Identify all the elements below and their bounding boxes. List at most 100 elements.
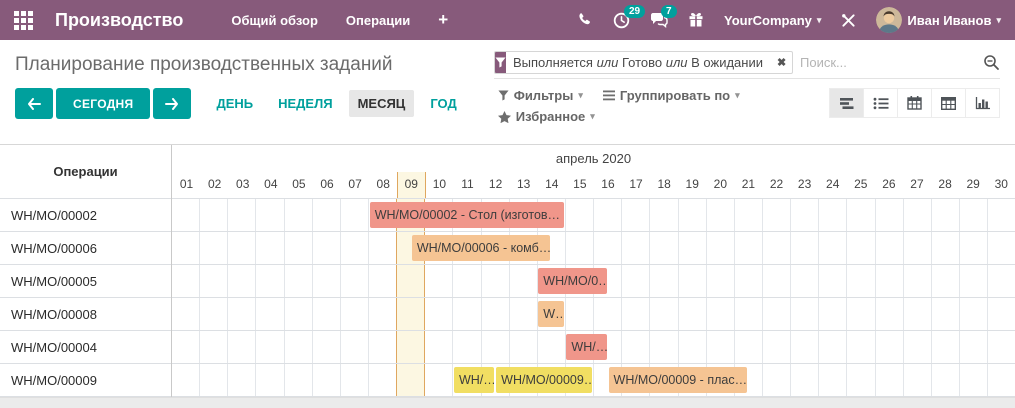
- view-switcher: [829, 88, 1000, 118]
- day-header-14: 14: [545, 177, 559, 191]
- gantt-cell: [227, 364, 255, 396]
- user-menu[interactable]: Иван Иванов ▾: [876, 7, 1001, 33]
- scale-button-день[interactable]: ДЕНЬ: [207, 90, 262, 117]
- gantt-cell: [367, 298, 396, 330]
- favorites-dropdown[interactable]: Избранное ▾: [497, 109, 595, 124]
- app-title: Производство: [55, 9, 184, 30]
- groupby-dropdown[interactable]: Группировать по ▾: [602, 88, 740, 103]
- facet-value: Выполняется или Готово или В ожидании: [513, 55, 763, 70]
- today-button[interactable]: СЕГОДНЯ: [56, 88, 151, 119]
- gantt-cell: [902, 265, 931, 297]
- phone-icon[interactable]: [577, 12, 593, 28]
- gantt-cell: [227, 232, 255, 264]
- gantt-cell: [424, 331, 452, 363]
- gantt-cell: [958, 232, 987, 264]
- gantt-bar[interactable]: WH/MO/00009 - плас…: [608, 367, 748, 393]
- gantt-cell: [367, 331, 396, 363]
- gantt-cell: [987, 232, 1015, 264]
- gantt-bar[interactable]: WH/…: [453, 367, 495, 393]
- gantt-cell: [255, 199, 283, 231]
- search-magnifier-icon[interactable]: [983, 54, 1000, 71]
- apps-menu-icon[interactable]: [14, 10, 33, 30]
- gantt-cell: [733, 265, 762, 297]
- gantt-cell: [508, 298, 537, 330]
- day-header-30: 30: [994, 177, 1008, 191]
- gantt-cell: [705, 199, 734, 231]
- chevron-down-icon: ▾: [816, 14, 822, 25]
- chevron-down-icon: ▾: [578, 90, 583, 100]
- messages-icon[interactable]: 7: [650, 5, 677, 28]
- view-list-button[interactable]: [863, 88, 898, 118]
- search-options: Фильтры ▾ Группировать по ▾ Избранное ▾: [497, 88, 740, 130]
- control-panel: Планирование производственных заданий Вы…: [0, 40, 1015, 144]
- day-header-01: 01: [179, 177, 194, 191]
- search-input[interactable]: [800, 55, 976, 70]
- gantt-cell: [172, 298, 199, 330]
- user-name: Иван Иванов: [907, 12, 992, 28]
- gantt-cell: [339, 298, 368, 330]
- search-facet: Выполняется или Готово или В ожидании ✖: [494, 51, 793, 74]
- gantt-cell: [761, 265, 790, 297]
- filter-icon: [498, 90, 509, 101]
- day-header-04: 04: [264, 177, 278, 191]
- gift-icon[interactable]: [688, 12, 704, 28]
- day-header-row: 01 02 03 04 05 06 07 08 09 10 11 12 13 14 15 16 17 18 19 20…: [172, 172, 1015, 199]
- gantt-cell: [452, 265, 480, 297]
- view-graph-button[interactable]: [965, 88, 1000, 118]
- day-header-29: 29: [966, 177, 980, 191]
- gantt-cell: [396, 265, 425, 297]
- view-calendar-button[interactable]: [897, 88, 932, 118]
- scale-button-месяц[interactable]: МЕСЯЦ: [348, 90, 415, 117]
- gantt-cell: [874, 232, 903, 264]
- day-header-10: 10: [424, 172, 453, 198]
- gantt-cell: [367, 265, 396, 297]
- gantt-bar[interactable]: WH/MO/00009…: [496, 367, 593, 393]
- gantt-cell: [564, 298, 593, 330]
- gantt-cell: [677, 265, 706, 297]
- day-header-07: 07: [348, 177, 362, 191]
- gantt-cell: [761, 232, 790, 264]
- gantt-cell: [255, 331, 283, 363]
- day-header-18: 18: [657, 177, 671, 191]
- horizontal-scrollbar[interactable]: [0, 397, 1015, 408]
- view-pivot-button[interactable]: [931, 88, 966, 118]
- gantt-cell: [311, 331, 340, 363]
- debug-tools-icon[interactable]: [841, 13, 856, 28]
- prev-period-button[interactable]: [15, 88, 53, 119]
- gantt-cell: [874, 199, 903, 231]
- gantt-cell: [536, 331, 565, 363]
- groupby-label: Группировать по: [619, 88, 731, 103]
- gantt-cell: [593, 298, 621, 330]
- plus-icon[interactable]: +: [438, 10, 448, 30]
- gantt-cell: [255, 265, 283, 297]
- gantt-bar[interactable]: WH/MO/00002 - Стол (изготов…: [369, 202, 565, 228]
- facet-remove-icon[interactable]: ✖: [770, 52, 792, 73]
- gantt-cell: [705, 232, 734, 264]
- filters-dropdown[interactable]: Фильтры ▾: [498, 88, 583, 103]
- gantt-cell: [677, 199, 706, 231]
- gantt-cell: [733, 331, 762, 363]
- gantt-cell: [621, 199, 649, 231]
- day-header-13: 13: [516, 177, 531, 191]
- gantt-cell: [311, 199, 340, 231]
- day-header-17: 17: [629, 177, 643, 191]
- scale-switcher: ДЕНЬ НЕДЕЛЯ МЕСЯЦ ГОД: [207, 88, 465, 119]
- gantt-cell: [564, 199, 593, 231]
- list-icon: [873, 97, 888, 109]
- gantt-cell: [172, 199, 199, 231]
- view-gantt-button[interactable]: [829, 88, 864, 118]
- company-menu[interactable]: YourCompany ▾: [724, 13, 821, 28]
- gantt-bar[interactable]: WH/…: [566, 334, 607, 360]
- menu-overview[interactable]: Общий обзор: [231, 13, 318, 28]
- gantt-bar[interactable]: WH/MO/0…: [538, 268, 607, 294]
- odoo-window: Производство Общий обзор Операции + 29 7…: [0, 0, 1015, 408]
- gantt-cell: [172, 364, 199, 396]
- activities-clock-icon[interactable]: 29: [613, 4, 646, 29]
- menu-operations[interactable]: Операции: [346, 13, 410, 28]
- scale-button-год[interactable]: ГОД: [421, 90, 465, 117]
- scale-button-неделя[interactable]: НЕДЕЛЯ: [269, 90, 341, 117]
- gantt-cell: [733, 232, 762, 264]
- gantt-bar[interactable]: WH/MO/00006 - комб…: [411, 235, 551, 261]
- gantt-bar[interactable]: W…: [538, 301, 565, 327]
- next-period-button[interactable]: [153, 88, 192, 119]
